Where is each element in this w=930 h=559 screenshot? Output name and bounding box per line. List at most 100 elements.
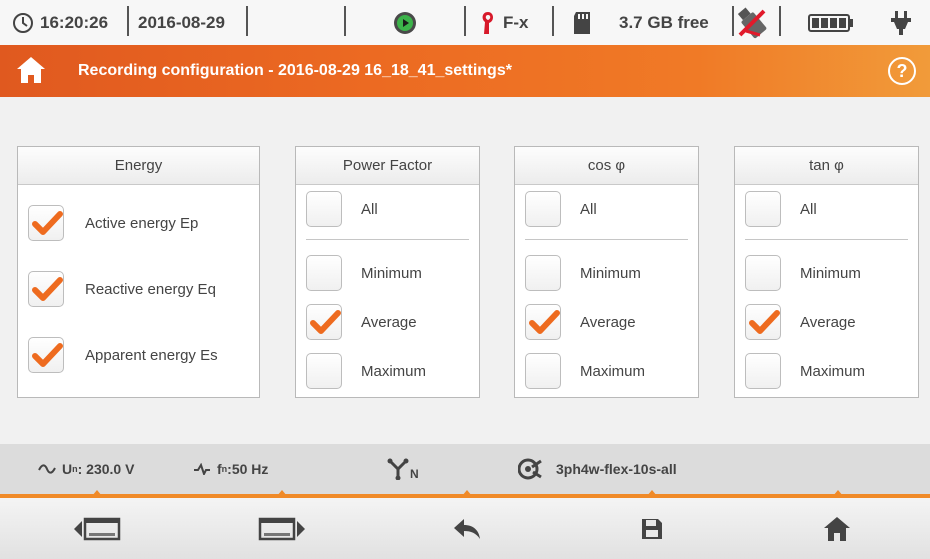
clamp-label: F-x bbox=[503, 12, 529, 32]
previous-screen-button[interactable] bbox=[37, 498, 157, 559]
tan-phi-panel-title: tan φ bbox=[735, 147, 918, 185]
freq-value: :50 Hz bbox=[227, 461, 269, 477]
back-button[interactable] bbox=[407, 498, 527, 559]
checkbox-box[interactable] bbox=[306, 304, 342, 340]
divider bbox=[92, 490, 102, 496]
divider bbox=[462, 490, 472, 496]
network-topology-icon bbox=[387, 458, 409, 480]
checkbox-box[interactable] bbox=[28, 205, 64, 241]
checkbox-label: Average bbox=[361, 313, 417, 331]
help-button[interactable]: ? bbox=[888, 57, 916, 85]
check-icon bbox=[32, 211, 63, 235]
check-icon bbox=[310, 310, 341, 334]
checkbox-box[interactable] bbox=[525, 353, 561, 389]
checkbox-box[interactable] bbox=[28, 337, 64, 373]
ac-wave-icon bbox=[38, 464, 56, 474]
record-play-icon[interactable] bbox=[393, 0, 417, 45]
frequency-icon bbox=[194, 463, 210, 475]
energy-panel-title: Energy bbox=[18, 147, 259, 185]
home-icon[interactable] bbox=[16, 56, 46, 89]
cos-phi-panel-title: cos φ bbox=[515, 147, 698, 185]
power-factor-panel: Power Factor All Minimum Average Maximum bbox=[295, 146, 480, 398]
checkbox-label: Maximum bbox=[800, 362, 866, 380]
checkbox-pf-minimum[interactable]: Minimum bbox=[306, 253, 422, 293]
checkbox-tan-average[interactable]: Average bbox=[745, 302, 856, 342]
checkbox-cos-all[interactable]: All bbox=[525, 189, 597, 229]
save-button[interactable] bbox=[592, 498, 712, 559]
home-button[interactable] bbox=[777, 498, 897, 559]
checkbox-label: Reactive energy Eq bbox=[85, 280, 216, 298]
checkbox-tan-minimum[interactable]: Minimum bbox=[745, 253, 861, 293]
divider bbox=[833, 490, 843, 496]
check-icon bbox=[749, 310, 780, 334]
energy-panel: Energy Active energy Ep Reactive energy … bbox=[17, 146, 260, 398]
checkbox-reactive-energy[interactable]: Reactive energy Eq bbox=[28, 269, 216, 309]
checkbox-apparent-energy[interactable]: Apparent energy Es bbox=[28, 335, 218, 375]
checkbox-cos-average[interactable]: Average bbox=[525, 302, 636, 342]
frequency-readout: f n:50 Hz bbox=[193, 444, 268, 494]
title-bar: Recording configuration - 2016-08-29 16_… bbox=[0, 45, 930, 97]
checkbox-box[interactable] bbox=[525, 255, 561, 291]
storage-free: 3.7 GB free bbox=[619, 12, 709, 32]
config-name: 3ph4w-flex-10s-all bbox=[556, 461, 677, 477]
checkbox-box[interactable] bbox=[306, 255, 342, 291]
save-disk-icon bbox=[642, 518, 662, 539]
back-arrow-icon bbox=[454, 518, 480, 539]
checkbox-active-energy[interactable]: Active energy Ep bbox=[28, 203, 198, 243]
tan-phi-panel: tan φ All Minimum Average Maximum bbox=[734, 146, 919, 398]
checkbox-label: All bbox=[800, 200, 817, 218]
checkbox-label: Average bbox=[580, 313, 636, 331]
checkbox-cos-maximum[interactable]: Maximum bbox=[525, 351, 645, 391]
checkbox-tan-all[interactable]: All bbox=[745, 189, 817, 229]
checkbox-cos-minimum[interactable]: Minimum bbox=[525, 253, 641, 293]
checkbox-box[interactable] bbox=[306, 191, 342, 227]
divider bbox=[525, 239, 688, 240]
checkbox-label: Minimum bbox=[361, 264, 422, 282]
power-plug-icon bbox=[890, 0, 912, 45]
checkbox-pf-average[interactable]: Average bbox=[306, 302, 417, 342]
network-sub: N bbox=[410, 467, 419, 481]
info-bar: Un: 230.0 V f n:50 Hz N 3ph4w-flex-10s-al… bbox=[0, 444, 930, 494]
sd-card-icon bbox=[572, 0, 592, 45]
checkbox-label: Maximum bbox=[580, 362, 646, 380]
checkbox-tan-maximum[interactable]: Maximum bbox=[745, 351, 865, 391]
previous-screen-icon bbox=[74, 517, 121, 540]
next-screen-icon bbox=[258, 517, 305, 540]
divider bbox=[745, 239, 908, 240]
check-icon bbox=[32, 277, 63, 301]
checkbox-box[interactable] bbox=[745, 304, 781, 340]
checkbox-box[interactable] bbox=[525, 191, 561, 227]
status-date: 2016-08-29 bbox=[138, 12, 225, 32]
home-icon bbox=[824, 516, 850, 541]
voltage-readout: Un: 230.0 V bbox=[38, 444, 134, 494]
power-factor-panel-title: Power Factor bbox=[296, 147, 479, 185]
status-time: 16:20:26 bbox=[40, 12, 109, 32]
checkbox-box[interactable] bbox=[28, 271, 64, 307]
checkbox-label: Minimum bbox=[800, 264, 861, 282]
checkbox-pf-maximum[interactable]: Maximum bbox=[306, 351, 426, 391]
checkbox-label: All bbox=[580, 200, 597, 218]
clock-icon bbox=[12, 0, 34, 45]
usb-disabled-icon bbox=[734, 0, 770, 45]
bottom-toolbar bbox=[0, 498, 930, 559]
divider bbox=[647, 490, 657, 496]
divider bbox=[306, 239, 469, 240]
checkbox-label: Minimum bbox=[580, 264, 641, 282]
checkbox-label: Maximum bbox=[361, 362, 427, 380]
checkbox-label: Active energy Ep bbox=[85, 214, 199, 232]
checkbox-label: Apparent energy Es bbox=[85, 346, 218, 364]
divider bbox=[277, 490, 287, 496]
configuration-icon bbox=[518, 458, 542, 480]
checkbox-box[interactable] bbox=[306, 353, 342, 389]
voltage-value: : 230.0 V bbox=[77, 461, 135, 477]
network-type: N bbox=[386, 444, 419, 494]
checkbox-box[interactable] bbox=[745, 255, 781, 291]
checkbox-box[interactable] bbox=[745, 191, 781, 227]
checkbox-box[interactable] bbox=[525, 304, 561, 340]
next-screen-button[interactable] bbox=[222, 498, 342, 559]
checkbox-label: All bbox=[361, 200, 378, 218]
checkbox-box[interactable] bbox=[745, 353, 781, 389]
config-readout: 3ph4w-flex-10s-all bbox=[518, 444, 677, 494]
checkbox-pf-all[interactable]: All bbox=[306, 189, 378, 229]
cos-phi-panel: cos φ All Minimum Average Maximum bbox=[514, 146, 699, 398]
